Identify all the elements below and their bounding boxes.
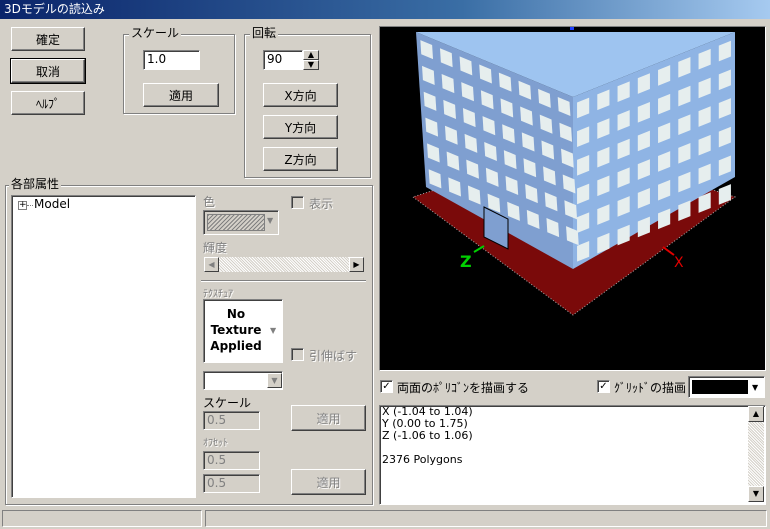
- preview-frame: Z X: [379, 26, 766, 371]
- offset-label: ｵﾌｾｯﾄ: [203, 438, 228, 449]
- rotation-down-icon[interactable]: ▼: [303, 60, 319, 70]
- model-tree[interactable]: + Model: [11, 195, 196, 498]
- texture-scale-label: スケール: [203, 396, 252, 410]
- texture-preview[interactable]: No Texture Applied ▼: [203, 299, 283, 363]
- texture-select-dropdown-icon[interactable]: ▼: [267, 373, 282, 388]
- offset-y-input[interactable]: 0.5: [203, 474, 260, 493]
- scroll-left-icon[interactable]: ◀: [204, 257, 219, 272]
- color-label: 色: [203, 195, 216, 209]
- texture-preview-text: No Texture Applied: [210, 307, 262, 353]
- y-axis-marker: [570, 27, 574, 30]
- rotate-x-button[interactable]: X方向: [263, 83, 338, 107]
- window-title: 3Dモデルの読込み: [4, 2, 105, 16]
- expand-icon[interactable]: +: [18, 201, 27, 210]
- texture-dropdown-icon: ▼: [270, 326, 277, 335]
- 3d-preview[interactable]: Z X: [380, 27, 765, 370]
- offset-x-input[interactable]: 0.5: [203, 451, 260, 470]
- texture-scale-input[interactable]: 0.5: [203, 411, 260, 430]
- tree-connector: [27, 205, 33, 206]
- parts-group-label: 各部属性: [9, 177, 62, 191]
- rotation-group-label: 回転: [250, 26, 279, 40]
- color-swatch: [207, 214, 265, 231]
- scroll-down-icon[interactable]: ▼: [748, 486, 764, 502]
- model-info-text: X (-1.04 to 1.04) Y (0.00 to 1.75) Z (-1…: [382, 406, 747, 466]
- brightness-label: 輝度: [203, 241, 228, 255]
- rotation-angle-input[interactable]: 90: [263, 50, 303, 70]
- help-button[interactable]: ﾍﾙﾌﾟ: [11, 91, 85, 115]
- window-right: [718, 184, 731, 205]
- status-cell-2: [205, 510, 767, 527]
- stretch-checkbox[interactable]: [291, 348, 304, 361]
- x-axis-line: [662, 246, 675, 256]
- show-checkbox[interactable]: [291, 196, 304, 209]
- x-axis-label: X: [674, 255, 684, 271]
- stretch-label: 引伸ばす: [309, 349, 358, 363]
- rotate-z-button[interactable]: Z方向: [263, 147, 338, 171]
- double-sided-checkbox[interactable]: ✓: [380, 380, 393, 393]
- texture-scale-apply-button[interactable]: 適用: [291, 405, 366, 431]
- scroll-right-icon[interactable]: ▶: [349, 257, 364, 272]
- grid-color-picker[interactable]: ▼: [688, 376, 765, 398]
- model-info-box[interactable]: X (-1.04 to 1.04) Y (0.00 to 1.75) Z (-1…: [379, 405, 766, 505]
- grid-label: ｸﾞﾘｯﾄﾞの描画: [614, 381, 687, 395]
- texture-select[interactable]: ▼: [203, 371, 283, 390]
- scale-apply-button[interactable]: 適用: [143, 83, 219, 107]
- grid-color-dropdown-icon: ▼: [752, 383, 759, 392]
- rotate-y-button[interactable]: Y方向: [263, 115, 338, 139]
- tree-item-model[interactable]: Model: [34, 198, 70, 211]
- info-scrollbar[interactable]: ▲ ▼: [748, 406, 764, 502]
- grid-color-swatch: [692, 380, 748, 394]
- z-axis-label: Z: [460, 252, 472, 271]
- color-picker[interactable]: ▼: [203, 210, 279, 235]
- separator: [201, 280, 366, 282]
- cancel-button[interactable]: 取消: [10, 58, 86, 84]
- scroll-up-icon[interactable]: ▲: [748, 406, 764, 422]
- texture-label: ﾃｸｽﾁｭｱ: [203, 289, 233, 300]
- ok-button[interactable]: 確定: [11, 27, 85, 51]
- offset-apply-button[interactable]: 適用: [291, 469, 366, 495]
- info-line: Z (-1.06 to 1.06): [382, 429, 473, 442]
- scale-group-label: スケール: [129, 26, 182, 40]
- scale-input[interactable]: 1.0: [143, 50, 200, 70]
- color-dropdown-icon: ▼: [267, 216, 274, 225]
- grid-checkbox[interactable]: ✓: [597, 380, 610, 393]
- z-axis-line: [473, 245, 485, 253]
- brightness-slider[interactable]: ◀ ▶: [203, 256, 365, 273]
- rotation-up-icon[interactable]: ▲: [303, 50, 319, 60]
- info-line: 2376 Polygons: [382, 453, 463, 466]
- show-label: 表示: [309, 197, 334, 211]
- double-sided-label: 両面のﾎﾟﾘｺﾞﾝを描画する: [397, 381, 530, 395]
- status-cell-1: [2, 510, 202, 527]
- title-bar: 3Dモデルの読込み: [0, 0, 770, 19]
